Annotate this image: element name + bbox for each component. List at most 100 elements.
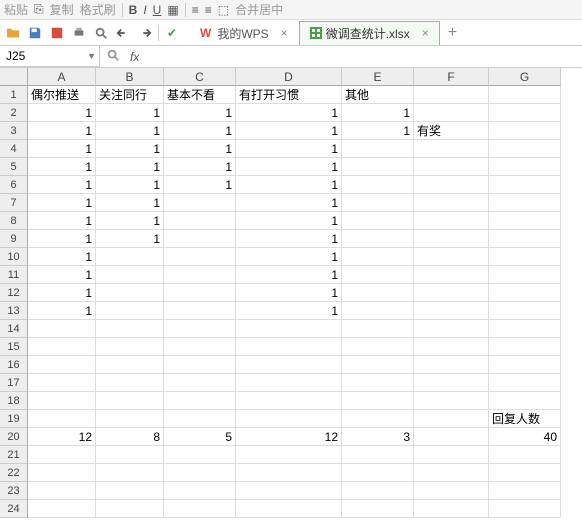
cell[interactable]	[236, 410, 342, 428]
cell[interactable]	[414, 86, 489, 104]
cell[interactable]	[28, 392, 96, 410]
tab-current-file[interactable]: 微调查统计.xlsx ×	[299, 21, 440, 45]
save-icon[interactable]	[26, 24, 44, 42]
cell[interactable]	[489, 338, 561, 356]
cell[interactable]: 1	[28, 266, 96, 284]
name-box[interactable]: J25 ▼	[0, 46, 100, 67]
cell[interactable]	[489, 122, 561, 140]
cell[interactable]	[342, 176, 414, 194]
cell[interactable]: 1	[236, 194, 342, 212]
cell[interactable]: 1	[236, 284, 342, 302]
cell[interactable]: 其他	[342, 86, 414, 104]
cell[interactable]	[96, 356, 164, 374]
cell[interactable]	[414, 446, 489, 464]
row-header[interactable]: 19	[0, 410, 28, 428]
cell[interactable]	[164, 194, 236, 212]
cell[interactable]	[414, 284, 489, 302]
cell[interactable]	[96, 392, 164, 410]
cell[interactable]	[414, 374, 489, 392]
cell[interactable]	[414, 194, 489, 212]
cell[interactable]	[236, 464, 342, 482]
cell[interactable]	[414, 104, 489, 122]
cell[interactable]	[28, 482, 96, 500]
cell[interactable]	[342, 482, 414, 500]
cell[interactable]	[96, 320, 164, 338]
cell[interactable]: 回复人数	[489, 410, 561, 428]
cell[interactable]	[414, 428, 489, 446]
cell[interactable]: 1	[236, 230, 342, 248]
format-painter-label[interactable]: 格式刷	[80, 1, 116, 18]
cell[interactable]	[164, 500, 236, 518]
cell[interactable]	[164, 230, 236, 248]
column-header[interactable]: B	[96, 68, 164, 86]
cell[interactable]	[236, 374, 342, 392]
cell[interactable]	[489, 230, 561, 248]
cell[interactable]	[414, 392, 489, 410]
cell[interactable]	[28, 356, 96, 374]
cell[interactable]	[96, 248, 164, 266]
copy-label[interactable]: 复制	[50, 1, 74, 18]
cell[interactable]: 1	[342, 104, 414, 122]
cell[interactable]	[342, 374, 414, 392]
cell[interactable]: 1	[28, 194, 96, 212]
cell[interactable]: 1	[28, 230, 96, 248]
cell[interactable]	[28, 464, 96, 482]
italic-icon[interactable]: I	[143, 3, 146, 17]
cell[interactable]	[414, 320, 489, 338]
cell[interactable]: 1	[28, 284, 96, 302]
cell[interactable]	[489, 158, 561, 176]
row-header[interactable]: 16	[0, 356, 28, 374]
cell[interactable]	[96, 284, 164, 302]
row-header[interactable]: 18	[0, 392, 28, 410]
cell[interactable]	[489, 302, 561, 320]
cell[interactable]	[342, 446, 414, 464]
new-tab-button[interactable]: +	[440, 24, 465, 42]
cell[interactable]: 1	[164, 104, 236, 122]
cell[interactable]: 1	[164, 122, 236, 140]
cell[interactable]	[489, 212, 561, 230]
print-preview-icon[interactable]	[92, 24, 110, 42]
cell[interactable]	[489, 248, 561, 266]
chevron-down-icon[interactable]: ▼	[87, 51, 96, 61]
row-header[interactable]: 7	[0, 194, 28, 212]
cell[interactable]: 3	[342, 428, 414, 446]
paste-label[interactable]: 粘贴	[4, 1, 28, 18]
cell[interactable]	[414, 410, 489, 428]
row-header[interactable]: 11	[0, 266, 28, 284]
cell[interactable]	[342, 266, 414, 284]
cell[interactable]	[414, 158, 489, 176]
cell[interactable]: 1	[236, 248, 342, 266]
cell[interactable]	[414, 176, 489, 194]
cell[interactable]: 1	[236, 302, 342, 320]
cell[interactable]	[489, 320, 561, 338]
cell[interactable]	[28, 500, 96, 518]
bold-icon[interactable]: B	[129, 3, 138, 17]
cell[interactable]	[414, 500, 489, 518]
cell[interactable]	[489, 194, 561, 212]
cell[interactable]	[489, 446, 561, 464]
cell[interactable]	[414, 464, 489, 482]
cell[interactable]: 1	[236, 122, 342, 140]
cell[interactable]	[96, 266, 164, 284]
undo-icon[interactable]	[114, 24, 132, 42]
column-header[interactable]: G	[489, 68, 561, 86]
cell[interactable]	[164, 374, 236, 392]
cell[interactable]: 1	[164, 176, 236, 194]
cell[interactable]	[342, 158, 414, 176]
cell[interactable]	[96, 500, 164, 518]
row-header[interactable]: 3	[0, 122, 28, 140]
row-header[interactable]: 5	[0, 158, 28, 176]
cell[interactable]	[342, 284, 414, 302]
cell[interactable]	[342, 338, 414, 356]
cell[interactable]	[342, 194, 414, 212]
row-header[interactable]: 6	[0, 176, 28, 194]
cell[interactable]: 1	[28, 122, 96, 140]
row-header[interactable]: 8	[0, 212, 28, 230]
row-header[interactable]: 1	[0, 86, 28, 104]
cell[interactable]	[342, 464, 414, 482]
cell[interactable]: 1	[236, 140, 342, 158]
cell[interactable]	[164, 482, 236, 500]
row-header[interactable]: 24	[0, 500, 28, 518]
cell[interactable]	[489, 140, 561, 158]
column-header[interactable]: C	[164, 68, 236, 86]
